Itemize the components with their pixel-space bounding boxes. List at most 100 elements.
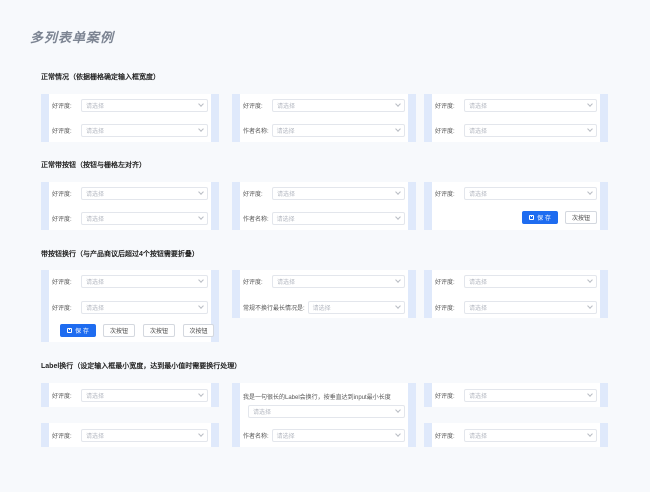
chevron-down-icon [395, 431, 401, 437]
form-panel: 好评度: 请选择 [424, 383, 608, 407]
save-button-label: 保 存 [75, 329, 89, 335]
form-field: 请选择 [248, 403, 408, 419]
form-field: 好评度: 请选择 [240, 273, 408, 289]
rating-select[interactable]: 请选择 [81, 428, 208, 442]
form-field: 好评度: 请选择 [432, 427, 600, 443]
select-placeholder: 请选择 [253, 409, 272, 416]
rating-select[interactable]: 请选择 [464, 388, 597, 402]
chevron-down-icon [395, 189, 401, 195]
rating-select[interactable]: 请选择 [464, 123, 597, 137]
form-field: 好评度: 请选择 [432, 387, 600, 403]
form-field: 好评度: 请选择 [49, 122, 211, 138]
rating-select[interactable]: 请选择 [464, 274, 597, 288]
rating-select[interactable]: 请选择 [464, 186, 597, 200]
form-field: 好评度: 请选择 [240, 97, 408, 113]
form-panel: 好评度: 请选择 [424, 423, 608, 447]
rating-select[interactable]: 请选择 [81, 123, 208, 137]
rating-select[interactable]: 请选择 [272, 274, 405, 288]
field-label: 作者名称: [243, 216, 269, 223]
chevron-down-icon [395, 126, 401, 132]
chevron-down-icon [198, 391, 204, 397]
secondary-button[interactable]: 次按钮 [183, 324, 214, 337]
rating-select[interactable]: 请选择 [81, 388, 208, 402]
select-placeholder: 请选择 [86, 128, 105, 135]
form-field: 好评度: 请选择 [49, 427, 211, 443]
chevron-down-icon [587, 431, 593, 437]
chevron-down-icon [198, 431, 204, 437]
field-label: 好评度: [52, 279, 72, 286]
rating-select[interactable]: 请选择 [464, 98, 597, 112]
chevron-down-icon [198, 101, 204, 107]
save-button[interactable]: 保 存 [60, 324, 96, 337]
field-label: 好评度: [243, 279, 263, 286]
field-label: 好评度: [52, 103, 72, 110]
secondary-button[interactable]: 次按钮 [143, 324, 175, 337]
select-placeholder: 请选择 [469, 433, 488, 440]
field-label: 好评度: [435, 128, 455, 135]
form-panel: 好评度: 请选择 常规不换行最长情况是: 请选择 [232, 270, 416, 318]
secondary-button[interactable]: 次按钮 [103, 324, 135, 337]
select-placeholder: 请选择 [86, 393, 105, 400]
select-placeholder: 请选择 [469, 191, 488, 198]
chevron-down-icon [587, 277, 593, 283]
select-placeholder: 请选择 [86, 433, 105, 440]
form-field: 好评度: 请选择 [432, 97, 600, 113]
select-placeholder: 请选择 [86, 305, 105, 312]
chevron-down-icon [198, 214, 204, 220]
section-title-button-wrap: 带按钮换行（与产品商议后超过4个按钮需要折叠） [41, 251, 199, 258]
select-placeholder: 请选择 [86, 279, 105, 286]
select-placeholder: 请选择 [86, 216, 105, 223]
rating-select[interactable]: 请选择 [81, 300, 208, 314]
form-field: 好评度: 请选择 [432, 273, 600, 289]
rating-select[interactable]: 请选择 [464, 300, 597, 314]
page-title: 多列表单案例 [30, 30, 115, 45]
author-select[interactable]: 请选择 [271, 123, 405, 137]
chevron-down-icon [198, 303, 204, 309]
rating-select[interactable]: 请选择 [272, 98, 405, 112]
field-label: 好评度: [243, 191, 263, 198]
long-wrap-select[interactable]: 请选择 [248, 404, 405, 418]
chevron-down-icon [198, 126, 204, 132]
select-placeholder: 请选择 [312, 305, 331, 312]
rating-select[interactable]: 请选择 [81, 98, 208, 112]
rating-select[interactable]: 请选择 [464, 428, 597, 442]
select-placeholder: 请选择 [276, 216, 295, 223]
rating-select[interactable]: 请选择 [81, 211, 208, 225]
chevron-down-icon [395, 303, 401, 309]
field-label: 好评度: [52, 191, 72, 198]
form-panel: 好评度: 请选择 保 存 次按钮 [424, 182, 608, 230]
long-label-select[interactable]: 请选择 [307, 300, 405, 314]
field-label: 好评度: [52, 433, 72, 440]
chevron-down-icon [587, 303, 593, 309]
chevron-down-icon [395, 101, 401, 107]
select-placeholder: 请选择 [276, 128, 295, 135]
author-select[interactable]: 请选择 [271, 211, 405, 225]
select-placeholder: 请选择 [469, 279, 488, 286]
field-label: 好评度: [435, 433, 455, 440]
chevron-down-icon [587, 391, 593, 397]
rating-select[interactable]: 请选择 [81, 186, 208, 200]
form-panel: 好评度: 请选择 [41, 383, 219, 407]
chevron-down-icon [395, 277, 401, 283]
rating-select[interactable]: 请选择 [81, 274, 208, 288]
long-wrap-label: 我是一句很长的Label会换行，按垂直达到input最小长度 [243, 395, 391, 401]
author-select[interactable]: 请选择 [271, 428, 405, 442]
form-field: 好评度: 请选择 [49, 387, 211, 403]
save-button-label: 保 存 [537, 216, 551, 222]
field-label: 好评度: [52, 305, 72, 312]
field-label: 好评度: [52, 393, 72, 400]
chevron-down-icon [198, 189, 204, 195]
form-panel: 好评度: 请选择 好评度: 请选择 保 存 次按钮 次按钮 次按钮 [41, 270, 219, 342]
section-title-label-wrap: Label换行（设定输入框最小宽度，达到最小值时需要换行处理） [41, 363, 242, 370]
form-field: 好评度: 请选择 [49, 299, 211, 315]
select-placeholder: 请选择 [469, 128, 488, 135]
form-field: 好评度: 请选择 [49, 273, 211, 289]
secondary-button[interactable]: 次按钮 [565, 211, 597, 224]
rating-select[interactable]: 请选择 [272, 186, 405, 200]
select-placeholder: 请选择 [469, 103, 488, 110]
form-field: 好评度: 请选择 [49, 185, 211, 201]
save-button[interactable]: 保 存 [522, 211, 558, 224]
chevron-down-icon [395, 407, 401, 413]
form-field: 好评度: 请选择 [240, 185, 408, 201]
field-label: 好评度: [435, 305, 455, 312]
